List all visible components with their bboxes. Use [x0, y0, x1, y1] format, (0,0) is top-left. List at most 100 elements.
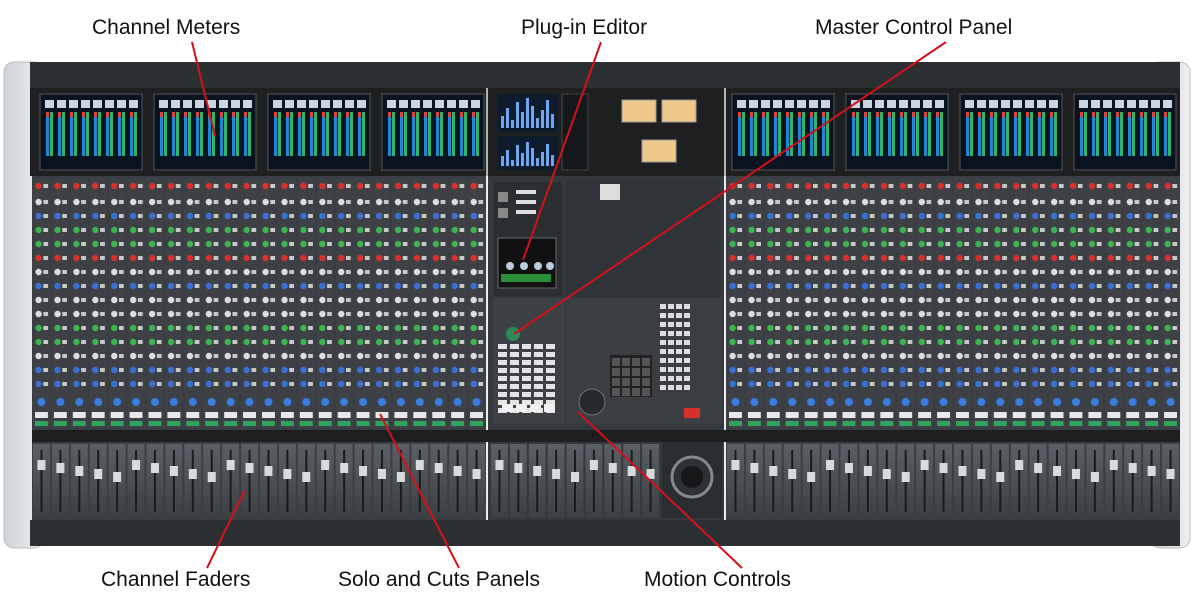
solo-button[interactable]: [396, 398, 405, 406]
solo-button[interactable]: [169, 398, 178, 406]
cut-button[interactable]: [785, 412, 799, 418]
solo-button[interactable]: [1015, 398, 1024, 406]
channel-fader[interactable]: [449, 444, 467, 518]
channel-fader[interactable]: [241, 444, 258, 518]
channel-fader[interactable]: [954, 444, 971, 518]
channel-fader[interactable]: [335, 444, 353, 518]
solo-button[interactable]: [844, 398, 853, 406]
cut-button[interactable]: [167, 412, 181, 418]
cut-button[interactable]: [974, 412, 988, 418]
solo-button[interactable]: [415, 398, 424, 406]
solo-button[interactable]: [132, 398, 141, 406]
cut-button[interactable]: [451, 412, 465, 418]
cut-button[interactable]: [1069, 412, 1083, 418]
solo-button[interactable]: [321, 398, 330, 406]
cut-button[interactable]: [956, 412, 969, 418]
cut-button[interactable]: [72, 412, 86, 418]
solo-button[interactable]: [788, 398, 797, 406]
solo-button[interactable]: [56, 398, 65, 406]
cut-button[interactable]: [280, 412, 294, 418]
channel-fader[interactable]: [1067, 444, 1085, 518]
cut-button[interactable]: [432, 412, 446, 418]
solo-button[interactable]: [113, 398, 122, 406]
cut-button[interactable]: [804, 412, 818, 418]
cut-button[interactable]: [1088, 412, 1102, 418]
channel-fader[interactable]: [745, 444, 763, 518]
cut-button[interactable]: [1126, 412, 1140, 418]
channel-fader[interactable]: [146, 444, 164, 518]
channel-fader[interactable]: [783, 444, 801, 518]
solo-button[interactable]: [1166, 398, 1175, 406]
solo-button[interactable]: [1109, 398, 1118, 406]
channel-fader[interactable]: [528, 444, 546, 518]
solo-button[interactable]: [1090, 398, 1099, 406]
solo-button[interactable]: [769, 398, 778, 406]
solo-button[interactable]: [302, 398, 311, 406]
solo-button[interactable]: [150, 398, 159, 406]
cut-button[interactable]: [1145, 412, 1159, 418]
channel-fader[interactable]: [1162, 444, 1179, 518]
solo-button[interactable]: [939, 398, 948, 406]
cut-button[interactable]: [1164, 412, 1177, 418]
cut-button[interactable]: [337, 412, 351, 418]
solo-button[interactable]: [977, 398, 986, 406]
channel-fader[interactable]: [1029, 444, 1047, 518]
channel-fader[interactable]: [623, 444, 641, 518]
channel-fader[interactable]: [821, 444, 839, 518]
solo-button[interactable]: [188, 398, 197, 406]
cut-button[interactable]: [729, 412, 742, 418]
solo-button[interactable]: [920, 398, 929, 406]
channel-fader[interactable]: [297, 444, 315, 518]
solo-button[interactable]: [453, 398, 462, 406]
solo-button[interactable]: [434, 398, 443, 406]
channel-fader[interactable]: [727, 444, 744, 518]
solo-button[interactable]: [226, 398, 235, 406]
cut-button[interactable]: [148, 412, 162, 418]
channel-fader[interactable]: [878, 444, 896, 518]
channel-fader[interactable]: [491, 444, 508, 518]
solo-button[interactable]: [75, 398, 84, 406]
channel-fader[interactable]: [509, 444, 527, 518]
cut-button[interactable]: [1050, 412, 1064, 418]
channel-fader[interactable]: [354, 444, 372, 518]
solo-button[interactable]: [1053, 398, 1062, 406]
channel-fader[interactable]: [1105, 444, 1123, 518]
channel-fader[interactable]: [468, 444, 485, 518]
cut-button[interactable]: [470, 412, 483, 418]
channel-fader[interactable]: [547, 444, 565, 518]
channel-fader[interactable]: [859, 444, 877, 518]
cut-button[interactable]: [1012, 412, 1026, 418]
cut-button[interactable]: [35, 412, 48, 418]
channel-fader[interactable]: [89, 444, 107, 518]
channel-fader[interactable]: [840, 444, 858, 518]
cut-button[interactable]: [766, 412, 780, 418]
channel-fader[interactable]: [1086, 444, 1104, 518]
cut-button[interactable]: [243, 412, 256, 418]
channel-fader[interactable]: [51, 444, 69, 518]
cut-button[interactable]: [224, 412, 238, 418]
solo-button[interactable]: [94, 398, 103, 406]
solo-button[interactable]: [826, 398, 835, 406]
cut-button[interactable]: [356, 412, 370, 418]
cut-button[interactable]: [262, 412, 275, 418]
cut-button[interactable]: [842, 412, 856, 418]
solo-button[interactable]: [245, 398, 254, 406]
cut-button[interactable]: [299, 412, 313, 418]
channel-fader[interactable]: [1124, 444, 1142, 518]
solo-button[interactable]: [1034, 398, 1043, 406]
solo-button[interactable]: [996, 398, 1005, 406]
channel-fader[interactable]: [203, 444, 221, 518]
cut-button[interactable]: [861, 412, 875, 418]
solo-button[interactable]: [731, 398, 740, 406]
channel-fader[interactable]: [278, 444, 296, 518]
solo-button[interactable]: [283, 398, 292, 406]
channel-fader[interactable]: [33, 444, 50, 518]
cut-button[interactable]: [53, 412, 67, 418]
channel-fader[interactable]: [165, 444, 183, 518]
cut-button[interactable]: [880, 412, 894, 418]
cut-button[interactable]: [1031, 412, 1045, 418]
channel-fader[interactable]: [260, 444, 277, 518]
solo-button[interactable]: [901, 398, 910, 406]
channel-fader[interactable]: [127, 444, 145, 518]
solo-button[interactable]: [863, 398, 872, 406]
